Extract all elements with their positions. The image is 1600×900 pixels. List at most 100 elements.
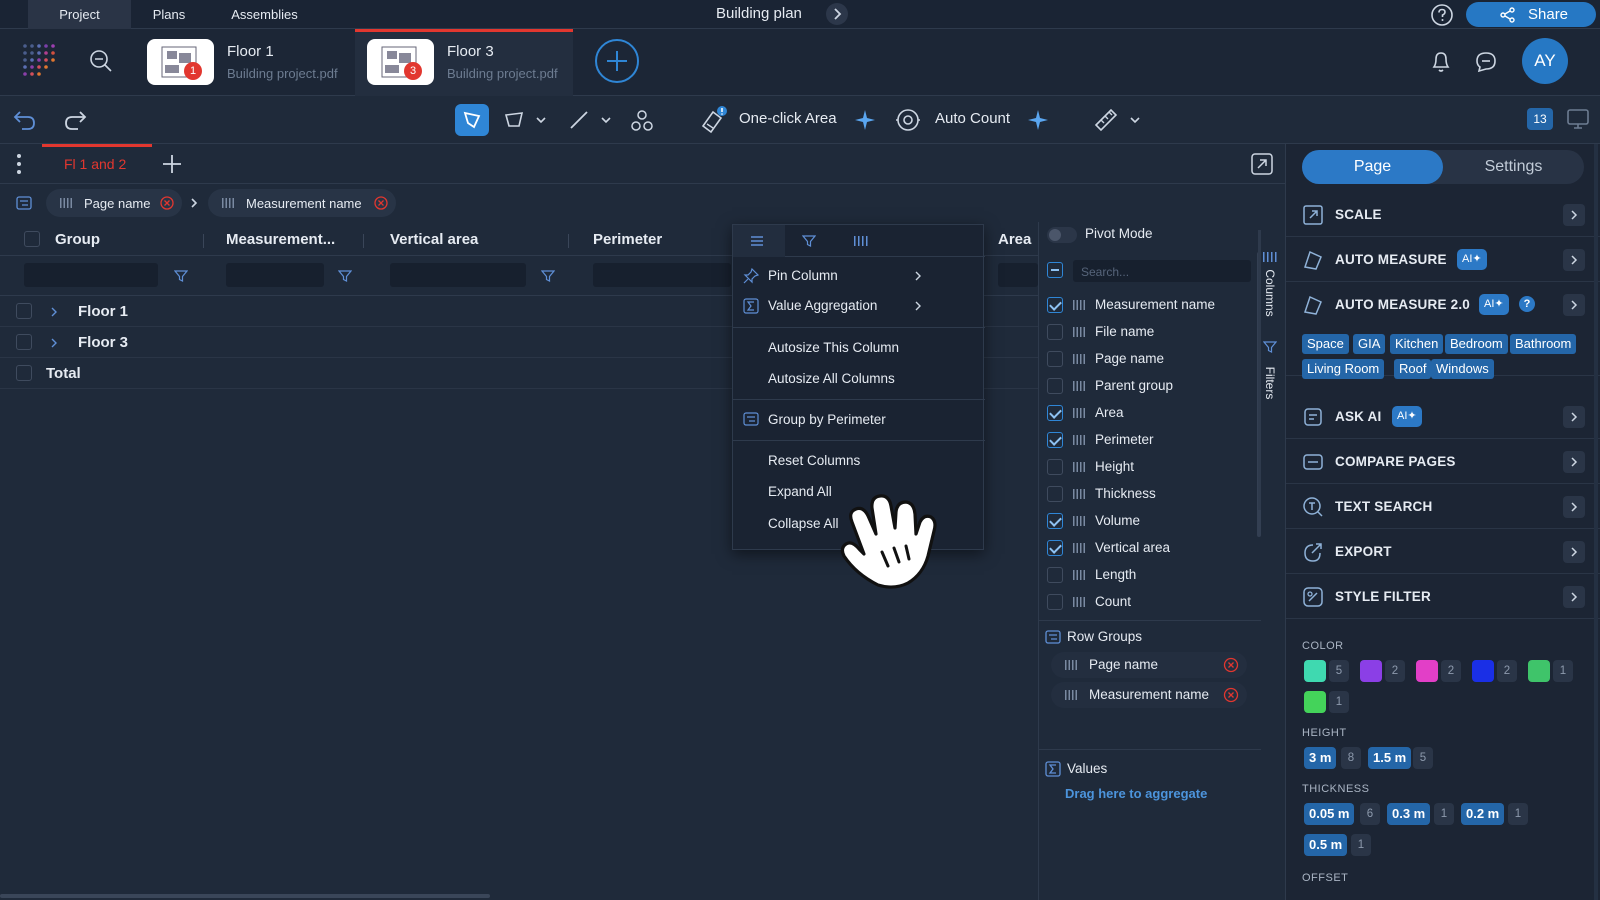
drag-handle-icon[interactable]: [1065, 660, 1077, 670]
pivot-mode-toggle[interactable]: [1047, 227, 1077, 243]
perimeter-filter-input[interactable]: [593, 263, 731, 287]
row-checkbox[interactable]: [16, 303, 32, 319]
section-auto-measure[interactable]: AUTO MEASURE AI✦: [1286, 237, 1600, 282]
column-checkbox[interactable]: [1047, 459, 1063, 475]
expand-button[interactable]: [1563, 406, 1585, 428]
color-swatch[interactable]: [1304, 660, 1326, 682]
drag-handle-icon[interactable]: [1073, 354, 1085, 364]
menu-item-group-by-perimeter[interactable]: Group by Perimeter: [733, 407, 985, 435]
menu-tab-filter[interactable]: [785, 225, 837, 257]
expand-button[interactable]: [1563, 249, 1585, 271]
remove-circle-icon[interactable]: [160, 196, 174, 210]
column-header-perimeter[interactable]: Perimeter: [593, 231, 662, 248]
menu-tab-columns[interactable]: [837, 225, 889, 257]
tab-plans[interactable]: Plans: [131, 0, 207, 29]
filters-tab-icon[interactable]: [1263, 340, 1277, 354]
measurement-filter-input[interactable]: [226, 263, 324, 287]
share-button[interactable]: Share: [1466, 2, 1596, 27]
remove-circle-icon[interactable]: [1223, 687, 1239, 703]
chevron-down-icon[interactable]: [1129, 114, 1141, 126]
column-item[interactable]: Volume: [1039, 508, 1261, 535]
avatar[interactable]: AY: [1522, 38, 1568, 84]
auto-count-button[interactable]: Auto Count: [935, 110, 1010, 127]
menu-item-autosize-all-columns[interactable]: Autosize All Columns: [733, 366, 985, 394]
segment-page[interactable]: Page: [1302, 150, 1443, 184]
row-group-chip[interactable]: Page name: [46, 189, 182, 217]
group-filter-input[interactable]: [24, 263, 158, 287]
color-swatch[interactable]: [1528, 660, 1550, 682]
zoom-search-icon[interactable]: [88, 48, 114, 74]
thickness-value[interactable]: 0.5 m: [1304, 834, 1348, 856]
auto-measure-tag[interactable]: Living Room: [1302, 359, 1385, 379]
column-checkbox[interactable]: [1047, 513, 1063, 529]
expand-button[interactable]: [1563, 294, 1585, 316]
horizontal-scrollbar[interactable]: [0, 894, 1038, 900]
section-auto-measure-2[interactable]: AUTO MEASURE 2.0 AI✦ ? Space GIA Kitchen…: [1286, 282, 1600, 379]
column-checkbox[interactable]: [1047, 405, 1063, 421]
column-checkbox[interactable]: [1047, 297, 1063, 313]
column-checkbox[interactable]: [1047, 351, 1063, 367]
drag-handle-icon[interactable]: [1073, 462, 1085, 472]
column-item[interactable]: Page name: [1039, 346, 1261, 373]
auto-measure-tag[interactable]: Bathroom: [1510, 334, 1577, 354]
auto-count-icon[interactable]: [895, 107, 921, 133]
area-filter-input[interactable]: [998, 263, 1038, 287]
tab-columns[interactable]: Columns: [1263, 269, 1277, 317]
column-checkbox[interactable]: [1047, 567, 1063, 583]
expand-button[interactable]: [1563, 496, 1585, 518]
color-swatch[interactable]: [1416, 660, 1438, 682]
menu-tab-general[interactable]: [733, 225, 785, 257]
drag-handle-icon[interactable]: [1073, 327, 1085, 337]
auto-measure-tag[interactable]: Kitchen: [1390, 334, 1444, 354]
apps-grid-icon[interactable]: [22, 43, 56, 77]
doc-tab-floor-3[interactable]: 3 Floor 3 Building project.pdf: [355, 29, 573, 96]
add-document-icon[interactable]: [594, 38, 640, 84]
area-tool-button[interactable]: [497, 104, 531, 136]
menu-item-pin-column[interactable]: Pin Column: [733, 263, 985, 291]
column-item[interactable]: Perimeter: [1039, 427, 1261, 454]
expand-button[interactable]: [1563, 586, 1585, 608]
values-drop-zone[interactable]: Drag here to aggregate: [1065, 786, 1207, 801]
segment-settings[interactable]: Settings: [1443, 150, 1584, 184]
bell-icon[interactable]: [1428, 49, 1454, 75]
chevron-down-icon[interactable]: [535, 114, 547, 126]
column-checkbox[interactable]: [1047, 540, 1063, 556]
expand-button[interactable]: [1563, 451, 1585, 473]
count-tool-button[interactable]: [624, 104, 658, 136]
auto-measure-tag[interactable]: Roof: [1394, 359, 1432, 379]
drag-handle-icon[interactable]: [1065, 690, 1077, 700]
drag-handle-icon[interactable]: [1073, 570, 1085, 580]
column-header-group[interactable]: Group: [55, 231, 100, 248]
column-item[interactable]: Height: [1039, 454, 1261, 481]
redo-icon[interactable]: [62, 108, 88, 132]
auto-measure-tag[interactable]: GIA: [1353, 334, 1386, 354]
row-checkbox[interactable]: [16, 334, 32, 350]
select-all-checkbox[interactable]: [24, 231, 40, 247]
more-vertical-icon[interactable]: [14, 152, 24, 176]
chevron-down-icon[interactable]: [600, 114, 612, 126]
doc-tab-floor-1[interactable]: 1 Floor 1 Building project.pdf: [135, 29, 353, 96]
drag-handle-icon[interactable]: [1073, 408, 1085, 418]
row-group-item[interactable]: Measurement name: [1051, 682, 1247, 708]
expand-panel-icon[interactable]: [1250, 152, 1274, 176]
expand-button[interactable]: [1563, 541, 1585, 563]
column-header-vertical-area[interactable]: Vertical area: [390, 231, 478, 248]
tab-assemblies[interactable]: Assemblies: [213, 0, 316, 29]
layers-count-badge[interactable]: 13: [1527, 108, 1553, 130]
filter-icon[interactable]: [174, 269, 188, 283]
add-tab-icon[interactable]: [160, 152, 184, 176]
row-group-chip[interactable]: Measurement name: [208, 189, 396, 217]
line-tool-button[interactable]: [562, 104, 596, 136]
columns-tab-icon[interactable]: [1263, 252, 1277, 262]
color-swatch[interactable]: [1472, 660, 1494, 682]
remove-circle-icon[interactable]: [374, 196, 388, 210]
column-checkbox[interactable]: [1047, 594, 1063, 610]
drag-handle-icon[interactable]: [60, 198, 72, 208]
column-checkbox[interactable]: [1047, 378, 1063, 394]
row-group-item[interactable]: Page name: [1051, 652, 1247, 678]
sheet-tab-fl-1-and-2[interactable]: Fl 1 and 2: [42, 144, 152, 184]
drag-handle-icon[interactable]: [1073, 381, 1085, 391]
vertical-area-filter-input[interactable]: [390, 263, 526, 287]
tab-filters[interactable]: Filters: [1263, 363, 1277, 403]
filter-icon[interactable]: [541, 269, 555, 283]
